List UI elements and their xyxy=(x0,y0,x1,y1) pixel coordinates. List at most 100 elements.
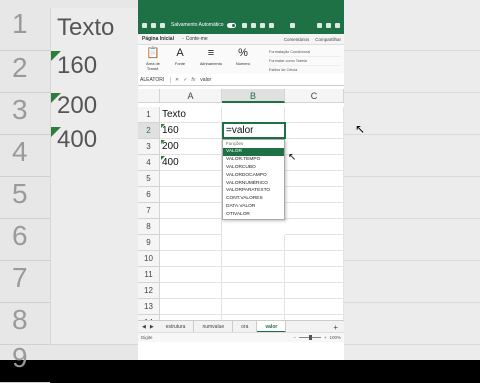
cell-a2[interactable]: 160 xyxy=(160,123,222,139)
account-icon[interactable] xyxy=(335,22,340,28)
row-header[interactable]: 2 xyxy=(138,123,160,139)
cell-a13[interactable] xyxy=(160,299,222,315)
cell-a3[interactable]: 200 xyxy=(160,139,222,155)
prev-sheet-icon[interactable]: ◀ xyxy=(142,324,146,330)
cell-b12[interactable] xyxy=(222,283,285,299)
font-group[interactable]: A Fonte xyxy=(170,47,190,66)
autocomplete-item[interactable]: DATA.VALOR xyxy=(223,203,284,211)
cell-a7[interactable] xyxy=(160,203,222,219)
cancel-icon[interactable]: ✕ xyxy=(175,77,179,83)
tell-me[interactable]: Conte-me xyxy=(186,36,208,42)
cell-c13[interactable] xyxy=(285,299,344,315)
ribbon-tabs: Página Inicial ◦ Conte-me Comentários Co… xyxy=(138,34,344,45)
add-sheet-icon[interactable]: + xyxy=(333,323,338,332)
select-all-corner[interactable] xyxy=(138,89,160,103)
cell-a11[interactable] xyxy=(160,267,222,283)
format-table-button[interactable]: Formatar como Tabela xyxy=(269,57,341,66)
cell-a12[interactable] xyxy=(160,283,222,299)
row-header[interactable]: 11 xyxy=(138,267,160,283)
share-button[interactable]: Compartilhar xyxy=(315,37,341,42)
cell-c8[interactable] xyxy=(285,219,344,235)
cell-c2[interactable] xyxy=(285,123,344,139)
row-header[interactable]: 7 xyxy=(138,203,160,219)
cell-b10[interactable] xyxy=(222,251,285,267)
bg-row-number: 9 xyxy=(12,342,28,373)
autosave-toggle[interactable] xyxy=(226,22,236,28)
error-indicator-icon[interactable] xyxy=(161,140,165,144)
row-header[interactable]: 5 xyxy=(138,171,160,187)
cell-c9[interactable] xyxy=(285,235,344,251)
row-header[interactable]: 10 xyxy=(138,251,160,267)
error-indicator-icon[interactable] xyxy=(161,156,165,160)
zoom-in-icon[interactable]: + xyxy=(324,335,327,340)
column-header-a[interactable]: A xyxy=(160,89,222,103)
formula-input[interactable]: valor xyxy=(200,77,211,83)
excel-logo-icon xyxy=(289,22,295,28)
cell-c10[interactable] xyxy=(285,251,344,267)
undo-icon[interactable] xyxy=(250,22,256,28)
autocomplete-item[interactable]: CONT.VALORES xyxy=(223,195,284,203)
zoom-level: 100% xyxy=(329,335,341,340)
name-box[interactable]: ALEATORI xyxy=(138,76,171,83)
cell-c7[interactable] xyxy=(285,203,344,219)
comments-button[interactable]: Comentários xyxy=(284,37,310,42)
alignment-group[interactable]: ≡ Alinhamento xyxy=(196,47,226,66)
autocomplete-item[interactable]: VALOR xyxy=(223,148,284,156)
bg-row-number: 8 xyxy=(12,304,28,335)
enter-icon[interactable]: ✓ xyxy=(183,77,187,83)
fx-icon[interactable]: fx xyxy=(191,77,195,83)
redo-icon[interactable] xyxy=(259,22,265,28)
bg-cell-value: 200 xyxy=(57,92,98,119)
autocomplete-item[interactable]: OTIVALOR xyxy=(223,211,284,219)
cell-b2-editing[interactable]: =valor xyxy=(222,122,286,139)
cell-a8[interactable] xyxy=(160,219,222,235)
cell-a5[interactable] xyxy=(160,171,222,187)
cell-c1[interactable] xyxy=(285,107,344,123)
cell-c6[interactable] xyxy=(285,187,344,203)
conditional-formatting-button[interactable]: Formatação Condicional xyxy=(269,48,341,57)
cell-a9[interactable] xyxy=(160,235,222,251)
title-bar: Salvamento Automático xyxy=(138,0,344,34)
cell-a6[interactable] xyxy=(160,187,222,203)
cell-b11[interactable] xyxy=(222,267,285,283)
cell-a10[interactable] xyxy=(160,251,222,267)
autocomplete-item[interactable]: VALOR.TEMPO xyxy=(223,156,284,164)
cell-b1[interactable] xyxy=(222,107,285,123)
number-group[interactable]: % Número xyxy=(232,47,254,66)
column-header-b[interactable]: B xyxy=(222,89,285,103)
cell-c12[interactable] xyxy=(285,283,344,299)
column-header-c[interactable]: C xyxy=(285,89,344,103)
row-header[interactable]: 1 xyxy=(138,107,160,123)
cell-b9[interactable] xyxy=(222,235,285,251)
styles-group: Formatação Condicional Formatar como Tab… xyxy=(269,48,341,75)
autocomplete-item[interactable]: VALORPARATEXTO xyxy=(223,187,284,195)
window-icon xyxy=(160,22,165,28)
cell-c5[interactable] xyxy=(285,171,344,187)
cell-a1[interactable]: Texto xyxy=(160,107,222,123)
cell-b13[interactable] xyxy=(222,299,285,315)
tab-home[interactable]: Página Inicial xyxy=(142,36,174,42)
row-header[interactable]: 4 xyxy=(138,155,160,171)
save-icon[interactable] xyxy=(241,22,247,28)
autocomplete-item[interactable]: VALORCUBO xyxy=(223,164,284,172)
row-header[interactable]: 3 xyxy=(138,139,160,155)
cell-a4[interactable]: 400 xyxy=(160,155,222,171)
row-header[interactable]: 9 xyxy=(138,235,160,251)
search-icon[interactable] xyxy=(317,22,322,28)
bg-row-number: 6 xyxy=(12,220,28,251)
row-header[interactable]: 8 xyxy=(138,219,160,235)
autocomplete-item[interactable]: VALORDOCAMPO xyxy=(223,172,284,180)
zoom-out-icon[interactable]: − xyxy=(293,335,296,340)
next-sheet-icon[interactable]: ▶ xyxy=(150,324,154,330)
zoom-slider[interactable] xyxy=(298,335,321,340)
row-header[interactable]: 12 xyxy=(138,283,160,299)
row-header[interactable]: 6 xyxy=(138,187,160,203)
autocomplete-item[interactable]: VALORNUMÉRICO xyxy=(223,180,284,188)
clipboard-group[interactable]: 📋 Área de Transf. xyxy=(142,47,164,71)
error-indicator-icon[interactable] xyxy=(161,124,165,128)
row-header[interactable]: 13 xyxy=(138,299,160,315)
cell-c11[interactable] xyxy=(285,267,344,283)
share-icon[interactable] xyxy=(326,22,331,28)
ribbon: 📋 Área de Transf. A Fonte ≡ Alinhamento … xyxy=(138,45,344,75)
more-icon[interactable] xyxy=(268,22,274,28)
